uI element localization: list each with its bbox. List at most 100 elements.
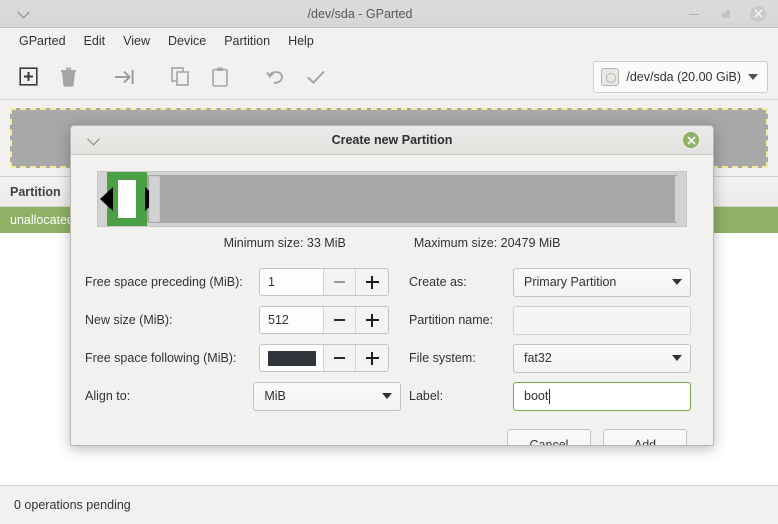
copy-button[interactable] [164,61,196,93]
menu-item-partition[interactable]: Partition [215,31,279,51]
device-selector-label: /dev/sda (20.00 GiB) [626,70,741,84]
row-file-system: File system: fat32 [409,339,691,377]
minimum-size-label: Minimum size: 33 MiB [224,236,346,250]
close-icon [683,132,699,148]
menu-item-gparted[interactable]: GParted [10,31,75,51]
free-space-preceding-input[interactable]: 1 [260,269,324,295]
new-size-input[interactable]: 512 [260,307,324,333]
minus-icon [334,281,345,283]
undo-button[interactable] [260,61,292,93]
create-new-partition-dialog: Create new Partition [70,125,714,446]
partition-name-input[interactable] [513,306,691,335]
chevron-down-icon [17,6,30,19]
menu-item-edit[interactable]: Edit [75,31,115,51]
toolbar: /dev/sda (20.00 GiB) [0,54,778,100]
close-icon[interactable] [750,6,766,22]
menu-item-view[interactable]: View [114,31,159,51]
row-free-space-preceding: Free space preceding (MiB): 1 [85,263,401,301]
gparted-window: /dev/sda - GParted GParted Edit View Dev… [0,0,778,524]
free-space-preceding-stepper[interactable]: 1 [259,268,389,296]
create-as-value: Primary Partition [524,275,616,289]
row-align-to: Align to: MiB [85,377,401,415]
align-to-value: MiB [264,389,286,403]
minus-icon [334,357,345,359]
caret-down-icon [672,355,682,361]
drag-handle-right[interactable] [149,176,160,222]
new-partition-button[interactable] [12,61,44,93]
free-space-following-input[interactable] [260,345,324,371]
cancel-button[interactable]: Cancel [507,429,591,446]
caret-down-icon [748,74,758,80]
resize-move-icon [114,69,135,85]
align-to-dropdown[interactable]: MiB [253,382,401,411]
selected-text-highlight [268,351,316,366]
dialog-titlebar: Create new Partition [71,126,713,155]
resize-left-arrow-icon[interactable] [100,187,113,211]
align-to-label: Align to: [85,389,253,403]
statusbar: 0 operations pending [0,485,778,524]
dialog-close-button[interactable] [669,132,713,148]
statusbar-text: 0 operations pending [14,498,131,512]
partition-name-label: Partition name: [409,313,513,327]
new-partition-region[interactable] [107,172,147,226]
row-free-space-following: Free space following (MiB): [85,339,401,377]
label-input-value: boot [524,389,548,403]
menubar: GParted Edit View Device Partition Help [0,28,778,54]
hard-disk-icon [601,68,619,86]
titlebar-menu-button[interactable] [0,9,46,18]
label-input[interactable]: boot [513,382,691,411]
new-size-plus-button[interactable] [356,307,388,333]
create-as-dropdown[interactable]: Primary Partition [513,268,691,297]
dialog-actions: Cancel Add [71,415,713,446]
apply-checkmark-icon [306,69,326,85]
text-cursor [549,389,550,404]
file-system-value: fat32 [524,351,552,365]
create-as-label: Create as: [409,275,513,289]
new-size-label: New size (MiB): [85,313,259,327]
row-create-as: Create as: Primary Partition [409,263,691,301]
free-space-following-minus-button[interactable] [324,345,356,371]
paste-clipboard-icon [212,67,228,87]
dialog-body: Minimum size: 33 MiB Maximum size: 20479… [71,155,713,446]
dialog-menu-button[interactable] [71,136,115,145]
add-button[interactable]: Add [603,429,687,446]
menu-item-help[interactable]: Help [279,31,323,51]
device-selector[interactable]: /dev/sda (20.00 GiB) [593,61,768,93]
free-space-preceding-plus-button[interactable] [356,269,388,295]
free-space-following-plus-button[interactable] [356,345,388,371]
partition-resize-widget[interactable] [97,171,687,227]
menu-item-device[interactable]: Device [159,31,215,51]
maximum-size-label: Maximum size: 20479 MiB [414,236,561,250]
delete-partition-button[interactable] [52,61,84,93]
file-system-dropdown[interactable]: fat32 [513,344,691,373]
drag-handle-end[interactable] [675,176,685,222]
form-right-column: Create as: Primary Partition Partition n… [401,263,691,415]
paste-button[interactable] [204,61,236,93]
free-space-following-stepper[interactable] [259,344,389,372]
dialog-form: Free space preceding (MiB): 1 N [71,250,713,415]
free-space-preceding-minus-button[interactable] [324,269,356,295]
resize-move-button[interactable] [108,61,140,93]
free-space-preceding-label: Free space preceding (MiB): [85,275,259,289]
window-titlebar: /dev/sda - GParted [0,0,778,28]
new-size-minus-button[interactable] [324,307,356,333]
row-partition-name: Partition name: [409,301,691,339]
caret-down-icon [382,393,392,399]
minus-icon [334,319,345,321]
window-controls [674,6,778,22]
plus-icon [366,314,379,327]
plus-icon [366,276,379,289]
maximize-icon[interactable] [718,6,734,22]
partition-resize-widget-wrap [71,155,713,227]
dialog-title: Create new Partition [115,133,669,147]
copy-icon [171,67,190,86]
delete-trash-icon [59,67,78,87]
unallocated-region [107,175,677,223]
apply-button[interactable] [300,61,332,93]
form-left-column: Free space preceding (MiB): 1 N [85,263,401,415]
new-size-stepper[interactable]: 512 [259,306,389,334]
new-partition-icon [19,67,38,86]
new-partition-fill [118,180,136,218]
minimize-icon[interactable] [686,6,702,22]
window-title: /dev/sda - GParted [46,7,674,21]
